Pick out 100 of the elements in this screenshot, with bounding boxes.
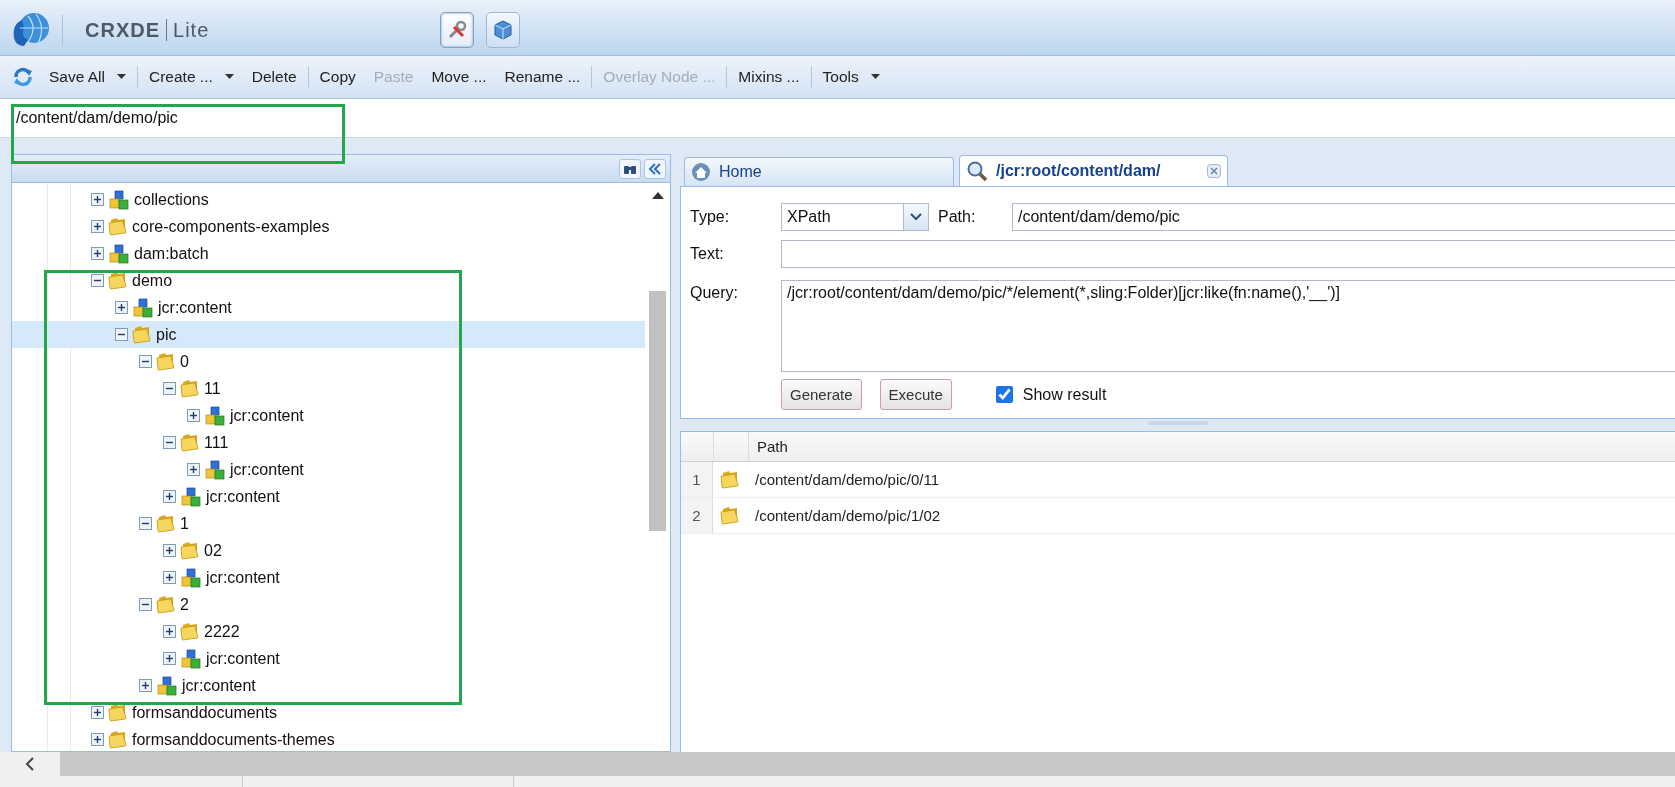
folder-icon bbox=[720, 470, 740, 489]
tree-item[interactable]: dam:batch bbox=[12, 240, 645, 267]
collapse-icon[interactable] bbox=[115, 328, 128, 341]
tree-item[interactable]: jcr:content bbox=[12, 645, 645, 672]
up-arrow-icon[interactable] bbox=[651, 191, 664, 199]
caret-icon bbox=[910, 213, 922, 221]
column-header[interactable]: Path bbox=[749, 432, 788, 461]
toolbar-button[interactable]: Copy bbox=[310, 63, 365, 90]
tree-item[interactable]: core-components-examples bbox=[12, 213, 645, 240]
toolbar-button[interactable]: Delete bbox=[242, 63, 306, 90]
tool-button[interactable] bbox=[440, 12, 474, 49]
field-label: Query: bbox=[690, 283, 739, 302]
collapse-icon[interactable] bbox=[139, 517, 152, 530]
toolbar-button[interactable]: Rename ... bbox=[495, 63, 590, 90]
tree-item[interactable]: collections bbox=[12, 186, 645, 213]
collapse-icon[interactable] bbox=[163, 436, 176, 449]
tree-item[interactable]: pic bbox=[12, 321, 645, 348]
expand-icon[interactable] bbox=[91, 733, 104, 746]
scrollbar[interactable] bbox=[0, 752, 1675, 776]
expand-icon[interactable] bbox=[163, 571, 176, 584]
tree-item[interactable]: 111 bbox=[12, 429, 645, 456]
tree-item[interactable]: jcr:content bbox=[12, 672, 645, 699]
close-icon[interactable] bbox=[1207, 164, 1221, 178]
scroll-thumb[interactable] bbox=[649, 291, 666, 531]
expand-icon[interactable] bbox=[187, 463, 200, 476]
cubes-icon bbox=[156, 675, 178, 696]
toolbar-button[interactable]: Save All bbox=[40, 63, 135, 90]
expand-icon[interactable] bbox=[91, 706, 104, 719]
collapse-icon[interactable] bbox=[163, 382, 176, 395]
path-field[interactable]: /content/dam/demo/pic bbox=[1012, 203, 1675, 231]
folder-icon bbox=[720, 506, 740, 525]
expand-icon[interactable] bbox=[163, 490, 176, 503]
toolbar-button[interactable]: Move ... bbox=[422, 63, 496, 90]
cubes-icon bbox=[204, 459, 226, 480]
tree-item[interactable]: jcr:content bbox=[12, 564, 645, 591]
tree-item[interactable]: 2 bbox=[12, 591, 645, 618]
caret-icon bbox=[224, 73, 234, 80]
expand-icon[interactable] bbox=[163, 625, 176, 638]
tree-item[interactable]: demo bbox=[12, 267, 645, 294]
folder-icon bbox=[156, 514, 176, 533]
package-icon bbox=[492, 19, 514, 42]
query-field[interactable]: /jcr:root/content/dam/demo/pic/*/element(*,sling:Folder)[jcr:like(fn:name(),'__')] bbox=[781, 280, 1675, 372]
collapse-icon[interactable] bbox=[139, 355, 152, 368]
tree-item[interactable]: 2222 bbox=[12, 618, 645, 645]
tab[interactable]: /jcr:root/content/dam/ bbox=[959, 155, 1228, 186]
folder-icon bbox=[156, 352, 176, 371]
expand-icon[interactable] bbox=[187, 409, 200, 422]
cubes-icon bbox=[108, 243, 130, 264]
folder-icon bbox=[132, 325, 152, 344]
field-label: Text: bbox=[690, 245, 725, 263]
tab[interactable]: Home bbox=[684, 157, 954, 186]
tool-button[interactable] bbox=[486, 12, 520, 49]
expand-icon[interactable] bbox=[115, 301, 128, 314]
text-field[interactable] bbox=[781, 240, 1675, 268]
caret-icon bbox=[117, 73, 126, 80]
expand-icon[interactable] bbox=[163, 544, 176, 557]
caret-icon bbox=[870, 73, 880, 80]
toolbar-button[interactable]: Create ... bbox=[140, 63, 243, 90]
action-button[interactable]: Execute bbox=[879, 379, 952, 410]
double-chevron-icon bbox=[648, 162, 662, 175]
tree-item[interactable]: jcr:content bbox=[12, 402, 645, 429]
refresh-icon[interactable] bbox=[12, 65, 34, 88]
cubes-icon bbox=[180, 486, 202, 507]
tree-item[interactable]: jcr:content bbox=[12, 456, 645, 483]
folder-icon bbox=[108, 217, 128, 236]
folder-icon bbox=[108, 271, 128, 290]
expand-icon[interactable] bbox=[91, 247, 104, 260]
tree-item[interactable]: formsanddocuments bbox=[12, 699, 645, 726]
cubes-icon bbox=[204, 405, 226, 426]
house-icon bbox=[691, 163, 711, 181]
table-cell[interactable]: /content/dam/demo/pic/0/11 bbox=[747, 471, 939, 488]
checkbox[interactable] bbox=[995, 386, 1013, 403]
tree-item[interactable]: 02 bbox=[12, 537, 645, 564]
product-name: CRXDE bbox=[85, 18, 160, 42]
checkbox-label: Show result bbox=[1022, 385, 1107, 404]
type-dropdown[interactable]: XPath bbox=[781, 203, 929, 231]
action-button[interactable]: Generate bbox=[781, 379, 862, 410]
folder-icon bbox=[180, 433, 200, 452]
field-label: Type: bbox=[690, 208, 731, 226]
toolbar-button[interactable]: Tools bbox=[813, 63, 889, 90]
collapse-button[interactable] bbox=[644, 158, 666, 179]
expand-icon[interactable] bbox=[163, 652, 176, 665]
tree-item[interactable]: 11 bbox=[12, 375, 645, 402]
tree-item[interactable]: formsanddocuments-themes bbox=[12, 726, 645, 751]
toolbar-button[interactable]: Mixins ... bbox=[729, 63, 809, 90]
tree-item[interactable]: jcr:content bbox=[12, 294, 645, 321]
collapse-icon[interactable] bbox=[139, 598, 152, 611]
expand-icon[interactable] bbox=[139, 679, 152, 692]
row-number: 1 bbox=[681, 462, 713, 497]
expand-icon[interactable] bbox=[91, 220, 104, 233]
expand-icon[interactable] bbox=[91, 193, 104, 206]
tree-item[interactable]: 0 bbox=[12, 348, 645, 375]
tree-item[interactable]: jcr:content bbox=[12, 483, 645, 510]
folder-icon bbox=[156, 595, 176, 614]
cubes-icon bbox=[180, 567, 202, 588]
collapse-icon[interactable] bbox=[91, 274, 104, 287]
tree-item[interactable]: 1 bbox=[12, 510, 645, 537]
search-button[interactable] bbox=[619, 158, 641, 179]
table-cell[interactable]: /content/dam/demo/pic/1/02 bbox=[747, 507, 941, 524]
search-icon bbox=[966, 160, 988, 182]
